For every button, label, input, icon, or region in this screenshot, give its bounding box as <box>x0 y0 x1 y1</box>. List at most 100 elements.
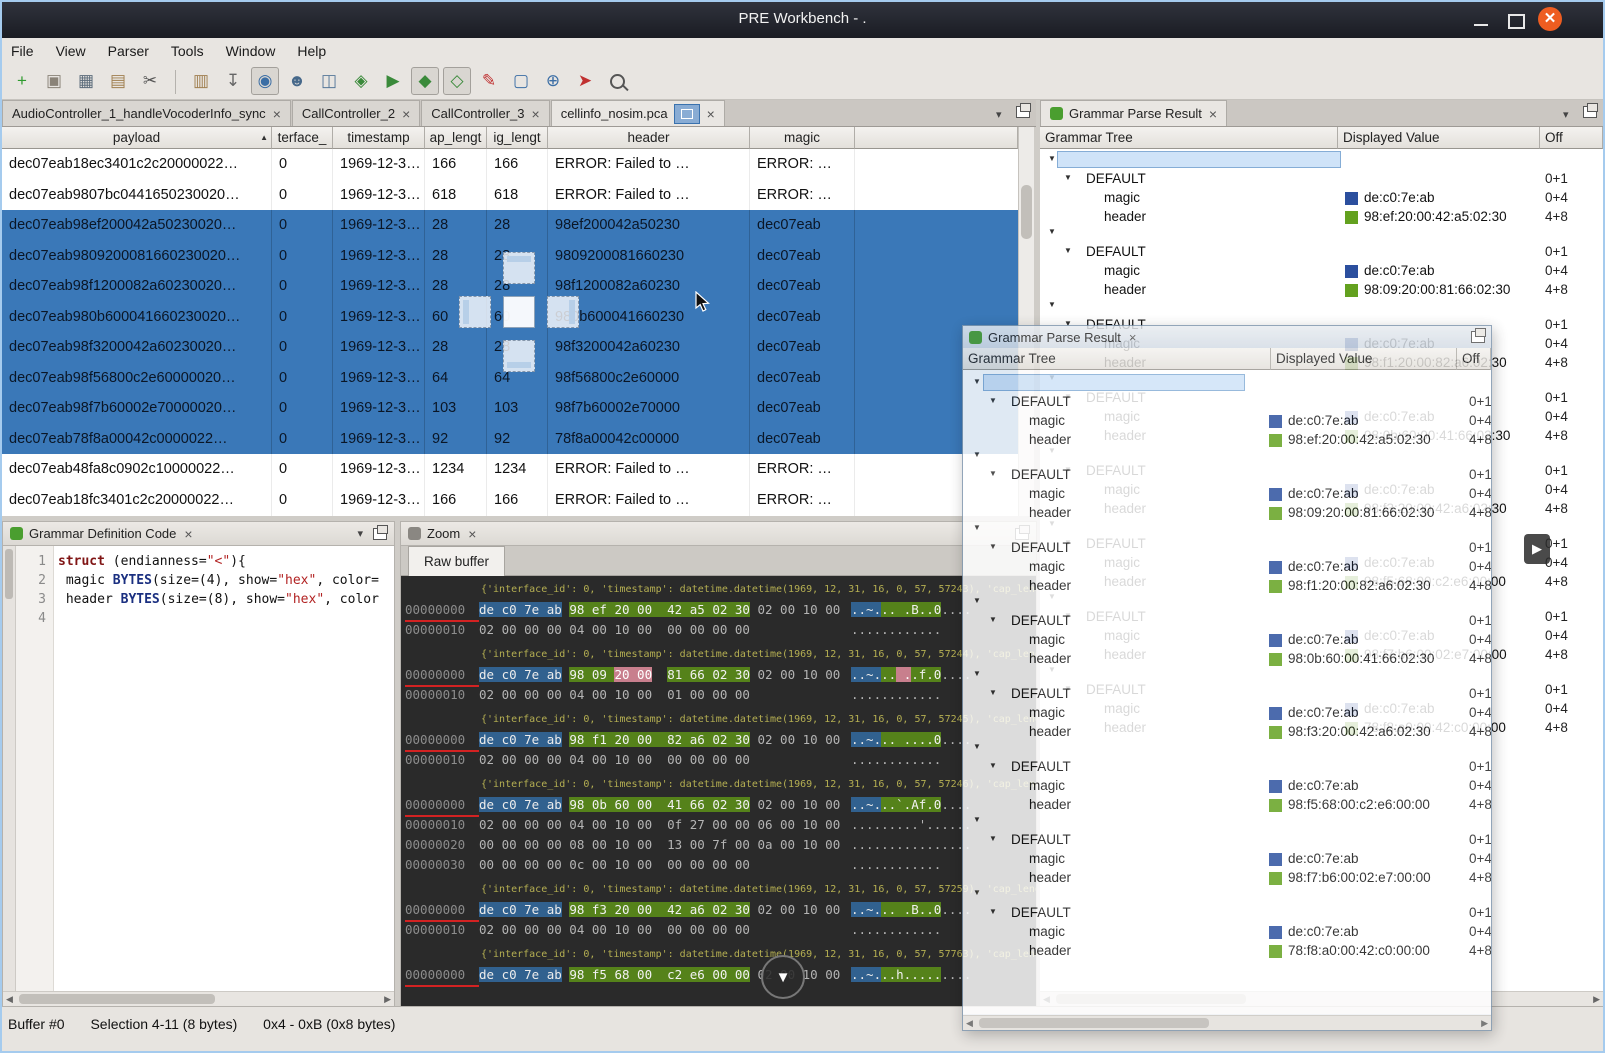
cell-timestamp[interactable]: 1969-12-3… <box>333 393 425 424</box>
packet-meta[interactable]: {'interface_id': 0, 'timestamp': datetim… <box>405 775 1036 795</box>
menu-view[interactable]: View <box>45 38 97 64</box>
cell-magic[interactable]: dec07eab <box>750 332 855 363</box>
tree-node-default[interactable]: DEFAULT <box>1086 170 1146 187</box>
cell-terface[interactable]: 0 <box>272 302 333 333</box>
cell-terface[interactable]: 0 <box>272 332 333 363</box>
scroll-right-icon[interactable]: ▶ <box>1593 993 1600 1006</box>
cell-header[interactable]: ERROR: Failed to … <box>548 485 750 516</box>
hex-bytes[interactable]: 02 00 00 00 04 00 10 00 00 00 00 00 <box>479 750 851 770</box>
cell-payload[interactable]: dec07eab9809200081660230020… <box>2 241 272 272</box>
grammar-code-editor[interactable]: struct (endianness="<"){ magic BYTES(siz… <box>54 546 394 998</box>
expander-icon[interactable]: ▼ <box>989 907 997 916</box>
scrollbar-thumb[interactable] <box>1021 185 1032 239</box>
close-icon[interactable]: × <box>1129 330 1137 345</box>
hex-bytes[interactable]: 02 00 00 00 04 00 10 00 01 00 00 00 <box>479 685 851 705</box>
cell-aplengt[interactable]: 28 <box>425 241 487 272</box>
floating-grammar-parse-window[interactable]: Grammar Parse Result × Grammar TreeDispl… <box>962 325 1492 1031</box>
tree-node-header[interactable]: header <box>1029 577 1071 594</box>
cell-timestamp[interactable]: 1969-12-3… <box>333 424 425 455</box>
scroll-left-icon[interactable]: ◀ <box>966 1017 973 1030</box>
user-icon[interactable]: ☻ <box>283 67 311 95</box>
cell-magic[interactable]: dec07eab <box>750 271 855 302</box>
scroll-right-icon[interactable]: ▶ <box>384 993 391 1006</box>
cell-header[interactable]: 98f7b60002e70000 <box>548 393 750 424</box>
tree-node-magic[interactable]: magic <box>1029 704 1065 721</box>
hex-ascii[interactable]: ..~...`.Af.0.... <box>851 797 971 812</box>
table-row[interactable]: dec07eab18ec3401c2c20000022…01969-12-3…1… <box>2 149 1018 180</box>
hex-ascii[interactable]: ............ <box>851 922 941 937</box>
tab-callcontroller-3[interactable]: CallController_3× <box>421 100 549 126</box>
expander-icon[interactable]: ▼ <box>973 450 981 459</box>
cell-payload[interactable]: dec07eab980b600041660230020… <box>2 302 272 333</box>
expander-icon[interactable]: ▼ <box>989 615 997 624</box>
paste-icon[interactable]: ▤ <box>104 67 132 95</box>
expander-icon[interactable]: ▼ <box>989 542 997 551</box>
cell-header[interactable]: 98ef200042a50230 <box>548 210 750 241</box>
expander-icon[interactable]: ▼ <box>973 742 981 751</box>
tree-node-default[interactable]: DEFAULT <box>1011 904 1071 921</box>
column-header-header[interactable]: header <box>548 127 750 149</box>
expander-icon[interactable]: ▼ <box>973 888 981 897</box>
tree-node-magic[interactable]: magic <box>1029 485 1065 502</box>
cell-iglengt[interactable]: 92 <box>487 424 548 455</box>
cell-header[interactable]: 98f56800c2e60000 <box>548 363 750 394</box>
detach-panel-icon[interactable] <box>1583 106 1597 118</box>
expander-icon[interactable]: ▼ <box>973 523 981 532</box>
tab-list-dropdown-icon[interactable]: ▾ <box>996 109 1002 121</box>
menu-tools[interactable]: Tools <box>160 38 215 64</box>
cell-timestamp[interactable]: 1969-12-3… <box>333 149 425 180</box>
hex-bytes[interactable]: 00 00 00 00 0c 00 10 00 00 00 00 00 <box>479 855 851 875</box>
tree-node-header[interactable]: header <box>1029 431 1071 448</box>
hex-bytes[interactable]: de c0 7e ab 98 ef 20 00 42 a5 02 30 02 0… <box>479 600 851 620</box>
menu-file[interactable]: File <box>0 38 45 64</box>
cell-iglengt[interactable]: 103 <box>487 393 548 424</box>
cell-terface[interactable]: 0 <box>272 424 333 455</box>
table-row[interactable]: dec07eab9807bc0441650230020…01969-12-3…6… <box>2 180 1018 211</box>
new-file-icon[interactable]: + <box>8 67 36 95</box>
expander-icon[interactable]: ▼ <box>973 815 981 824</box>
web-search-icon[interactable]: ⊕ <box>539 67 567 95</box>
cell-payload[interactable]: dec07eab18ec3401c2c20000022… <box>2 149 272 180</box>
expander-icon[interactable]: ▼ <box>989 396 997 405</box>
hex-line[interactable]: 00000000de c0 7e ab 98 0b 60 00 41 66 02… <box>405 795 1036 815</box>
hex-bytes[interactable]: 02 00 00 00 04 00 10 00 00 00 00 00 <box>479 920 851 940</box>
tree-node-default[interactable]: DEFAULT <box>1011 831 1071 848</box>
packet-meta[interactable]: {'interface_id': 0, 'timestamp': datetim… <box>405 945 1036 965</box>
tree-node-header[interactable]: header <box>1104 281 1146 298</box>
zoom-header[interactable]: Zoom × <box>401 522 1036 546</box>
hex-line[interactable]: 00000000de c0 7e ab 98 09 20 00 81 66 02… <box>405 665 1036 685</box>
tab-close-icon[interactable]: × <box>532 107 540 121</box>
dock-left-indicator[interactable] <box>459 296 491 328</box>
cell-aplengt[interactable]: 166 <box>425 485 487 516</box>
tree-node-default[interactable]: DEFAULT <box>1011 685 1071 702</box>
hex-ascii[interactable]: ..~... .B..0.... <box>851 602 971 617</box>
scrollbar-thumb[interactable] <box>19 994 215 1004</box>
cell-timestamp[interactable]: 1969-12-3… <box>333 302 425 333</box>
cell-magic[interactable]: ERROR: … <box>750 454 855 485</box>
hex-bytes[interactable]: 02 00 00 00 04 00 10 00 0f 27 00 00 06 0… <box>479 815 851 835</box>
hex-ascii[interactable]: ..~... ..f.0.... <box>851 667 971 682</box>
tree-column-header-off[interactable]: Off <box>1540 127 1603 149</box>
tree-node-magic[interactable]: magic <box>1029 631 1065 648</box>
cell-terface[interactable]: 0 <box>272 363 333 394</box>
cell-aplengt[interactable]: 166 <box>425 149 487 180</box>
dock-right-tab-indicator[interactable] <box>547 296 579 328</box>
annotate-pen-icon[interactable]: ✎ <box>475 67 503 95</box>
hex-line[interactable]: 00000000de c0 7e ab 98 ef 20 00 42 a5 02… <box>405 600 1036 620</box>
tree-column-header-off[interactable]: Off <box>1457 348 1491 370</box>
cell-timestamp[interactable]: 1969-12-3… <box>333 332 425 363</box>
cell-aplengt[interactable]: 92 <box>425 424 487 455</box>
cell-payload[interactable]: dec07eab98f3200042a60230020… <box>2 332 272 363</box>
cell-magic[interactable]: dec07eab <box>750 302 855 333</box>
table-row[interactable]: dec07eab18fc3401c2c20000022…01969-12-3…1… <box>2 485 1018 516</box>
close-icon[interactable]: × <box>468 526 476 542</box>
cell-terface[interactable]: 0 <box>272 454 333 485</box>
packet-meta[interactable]: {'interface_id': 0, 'timestamp': datetim… <box>405 645 1036 665</box>
tab-audiocontroller-1-handlevocoderinfo-sync[interactable]: AudioController_1_handleVocoderInfo_sync… <box>2 100 291 126</box>
column-header-magic[interactable]: magic <box>750 127 855 149</box>
cell-magic[interactable]: dec07eab <box>750 393 855 424</box>
save-icon[interactable]: ▦ <box>72 67 100 95</box>
scrollbar-thumb[interactable] <box>5 549 13 599</box>
column-header-payload[interactable]: payload▲ <box>2 127 272 149</box>
hex-line[interactable]: 0000003000 00 00 00 0c 00 10 00 00 00 00… <box>405 855 1036 875</box>
